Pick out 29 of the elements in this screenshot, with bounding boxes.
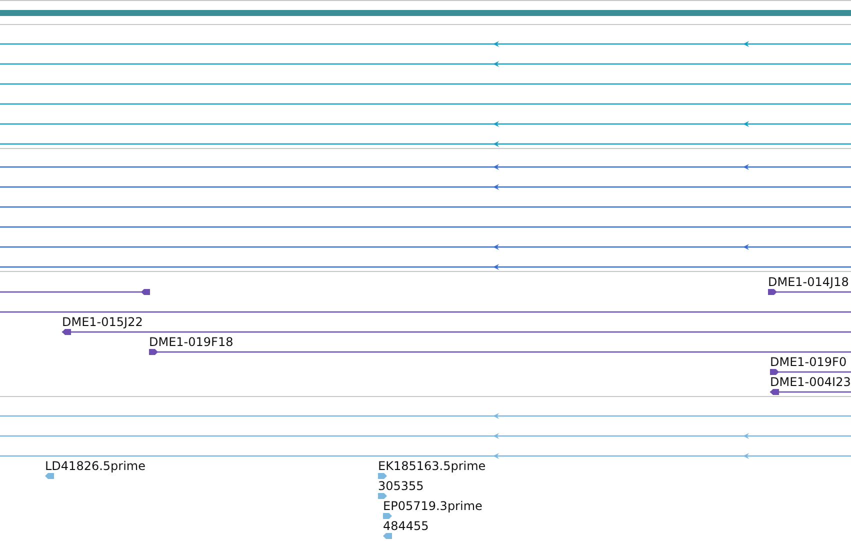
gene-model[interactable] — [149, 349, 851, 355]
feature-label: 484455 — [383, 519, 429, 533]
feature-label: LD41826.5prime — [45, 459, 146, 473]
feature-label: EP05719.3prime — [383, 499, 482, 513]
gene-model[interactable] — [0, 141, 851, 147]
read-marker[interactable] — [45, 473, 54, 479]
gene-model[interactable] — [768, 289, 851, 295]
gene-model[interactable] — [0, 184, 851, 190]
read-marker[interactable] — [383, 533, 392, 539]
gene-model[interactable] — [0, 41, 851, 47]
gene-model[interactable] — [0, 121, 851, 127]
gene-model[interactable] — [0, 244, 851, 250]
feature-label: DME1-014J18 — [768, 275, 849, 289]
feature-label: DME1-004I23 — [770, 375, 851, 389]
read-marker[interactable] — [378, 493, 387, 499]
gene-model[interactable] — [0, 164, 851, 170]
gene-model[interactable] — [0, 264, 851, 270]
gene-model[interactable] — [0, 289, 150, 295]
gene-model[interactable] — [770, 389, 851, 395]
feature-label: DME1-019F18 — [149, 335, 234, 349]
gene-model[interactable] — [0, 61, 851, 67]
feature-label: DME1-019F0 — [770, 355, 847, 369]
gene-model[interactable] — [770, 369, 851, 375]
read-marker[interactable] — [383, 513, 392, 519]
feature-label: 305355 — [378, 479, 424, 493]
read-marker[interactable] — [378, 473, 387, 479]
feature-label: EK185163.5prime — [378, 459, 486, 473]
gene-model[interactable] — [62, 329, 851, 335]
feature-label: DME1-015J22 — [62, 315, 143, 329]
